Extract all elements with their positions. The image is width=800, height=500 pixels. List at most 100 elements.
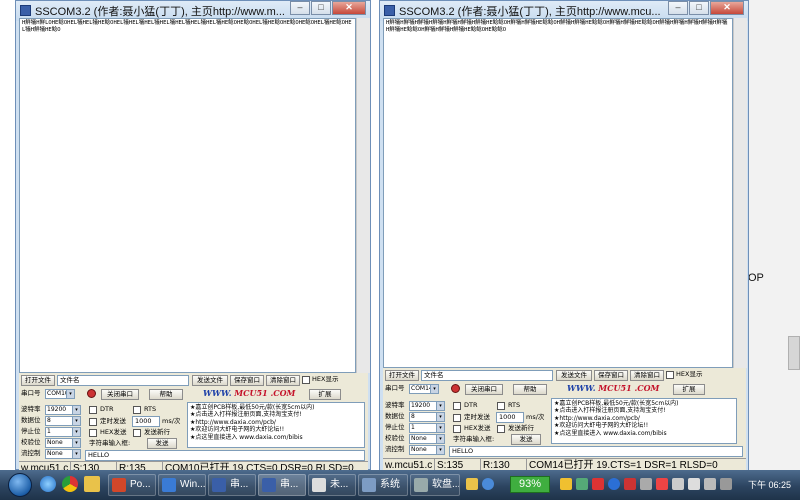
stop-bits-value: 1	[411, 424, 415, 431]
interval-field[interactable]: 1000	[132, 416, 160, 427]
wifi-icon[interactable]	[688, 478, 700, 490]
send-file-button[interactable]: 发送文件	[556, 370, 592, 381]
taskbar-item-system[interactable]: 系统	[358, 474, 408, 496]
filename-field[interactable]: 文件名	[421, 370, 553, 381]
usb-icon[interactable]	[640, 478, 652, 490]
folder-icon[interactable]	[84, 476, 100, 492]
receive-area[interactable]: H鮮犠H鮮LOHE鲶OHEL犠HEL犠HE鲶OHEL犠HEL犠HEL犠HEL犠H…	[19, 18, 356, 373]
open-file-button[interactable]: 打开文件	[21, 375, 55, 386]
logo-mcu: MCU51	[234, 388, 268, 398]
ad-box[interactable]: ★嘉立创PCB样板,最低50元/款(长宽5cm以内) ★点击进入打样报注册页面,…	[551, 398, 737, 444]
help-button[interactable]: 帮助	[513, 384, 547, 395]
start-button[interactable]	[8, 473, 32, 497]
flow-select[interactable]: None ▾	[45, 449, 81, 459]
data-bits-select[interactable]: 8 ▾	[409, 412, 445, 422]
timed-send-checkbox[interactable]	[89, 418, 97, 426]
filename-field[interactable]: 文件名	[57, 375, 189, 386]
dtr-checkbox[interactable]	[453, 402, 461, 410]
hex-send-checkbox[interactable]	[453, 425, 461, 433]
logo-com: .COM	[270, 388, 296, 398]
rts-checkbox[interactable]	[497, 402, 505, 410]
minimize-button[interactable]: –	[668, 1, 688, 15]
close-port-button[interactable]: 关闭串口	[101, 389, 139, 400]
minimize-button[interactable]: –	[290, 1, 310, 15]
send-newline-checkbox[interactable]	[497, 425, 505, 433]
stop-bits-select[interactable]: 1 ▾	[45, 427, 81, 437]
send-button[interactable]: 发送	[147, 438, 177, 449]
send-button[interactable]: 发送	[511, 434, 541, 445]
antivirus-icon[interactable]	[576, 478, 588, 490]
receive-area[interactable]: H鮮犠H鮮犠H鮮犠H鮮犠H鮮犠H鮮犠H鮮犠HE鲶鲶OH鮮犠H鮮犠HE鲶鲶OH鮮犠…	[383, 18, 733, 368]
close-button[interactable]: ✕	[710, 1, 744, 15]
hex-send-checkbox[interactable]	[89, 429, 97, 437]
flag-icon[interactable]	[656, 478, 668, 490]
parity-select[interactable]: None ▾	[45, 438, 81, 448]
sscom-window-left: SSCOM3.2 (作者:聂小猛(丁丁), 主页http://www.m... …	[15, 0, 371, 477]
port-select[interactable]: COM14 ▾	[409, 384, 439, 394]
ad-box[interactable]: ★嘉立创PCB样板,最低50元/款(长宽5cm以内) ★点击进入打样报注册页面,…	[187, 402, 365, 448]
taskbar-item-untitled[interactable]: 未...	[308, 474, 356, 496]
baud-select[interactable]: 19200 ▾	[45, 405, 81, 415]
tray-app-icon[interactable]	[466, 478, 478, 490]
chrome-icon[interactable]	[62, 476, 78, 492]
taskbar-item-windows[interactable]: Win...	[158, 474, 206, 496]
shield-icon[interactable]	[624, 478, 636, 490]
stop-bits-value: 1	[47, 428, 51, 435]
timed-send-checkbox[interactable]	[453, 414, 461, 422]
rts-checkbox[interactable]	[133, 406, 141, 414]
hex-display-checkbox[interactable]	[302, 376, 310, 384]
receive-scrollbar[interactable]	[356, 18, 370, 373]
close-port-button[interactable]: 关闭串口	[465, 384, 503, 395]
taskbar: Po... Win... 串... 串... 未... 系统 软盘... 93%…	[0, 470, 800, 500]
network-icon[interactable]	[672, 478, 684, 490]
help-icon[interactable]	[482, 478, 494, 490]
port-status-indicator	[87, 389, 96, 398]
background-scrollbar[interactable]	[788, 336, 800, 370]
rts-label: RTS	[144, 405, 157, 413]
data-bits-select[interactable]: 8 ▾	[45, 416, 81, 426]
parity-select[interactable]: None ▾	[409, 434, 445, 444]
expand-button[interactable]: 扩展	[309, 389, 341, 400]
battery-indicator[interactable]: 93%	[510, 476, 550, 493]
maximize-button[interactable]: □	[689, 1, 709, 15]
hex-display-checkbox[interactable]	[666, 371, 674, 379]
clear-window-button[interactable]: 清除窗口	[630, 370, 664, 381]
clock[interactable]: 下午 06:25	[748, 478, 791, 491]
clear-window-button[interactable]: 清除窗口	[266, 375, 300, 386]
volume-icon[interactable]	[704, 478, 716, 490]
port-select[interactable]: COM10 ▾	[45, 389, 75, 399]
taskbar-item-disk[interactable]: 软盘...	[410, 474, 460, 496]
taskbar-item-powerpoint[interactable]: Po...	[108, 474, 156, 496]
power-icon[interactable]	[560, 478, 572, 490]
app-icon	[20, 5, 31, 16]
dtr-checkbox[interactable]	[89, 406, 97, 414]
data-bits-value: 8	[411, 413, 415, 420]
flow-select[interactable]: None ▾	[409, 445, 445, 455]
stop-bits-select[interactable]: 1 ▾	[409, 423, 445, 433]
send-input[interactable]: HELLO	[85, 450, 365, 461]
bluetooth-icon[interactable]	[608, 478, 620, 490]
hex-display-label: HEX显示	[312, 375, 339, 383]
baud-select[interactable]: 19200 ▾	[409, 401, 445, 411]
ime-icon[interactable]	[592, 478, 604, 490]
baud-label: 波特率	[21, 405, 41, 413]
send-input[interactable]: HELLO	[449, 446, 743, 457]
save-window-button[interactable]: 保存窗口	[230, 375, 264, 386]
maximize-button[interactable]: □	[311, 1, 331, 15]
mcu51-logo[interactable]: WWW. MCU51 .COM	[203, 388, 295, 398]
help-button[interactable]: 帮助	[149, 389, 183, 400]
expand-button[interactable]: 扩展	[673, 384, 705, 395]
browser-icon[interactable]	[40, 476, 56, 492]
receive-scrollbar[interactable]	[733, 18, 747, 368]
keyboard-icon[interactable]	[720, 478, 732, 490]
send-newline-checkbox[interactable]	[133, 429, 141, 437]
ad-line: ★点这里直接进入 www.daxia.com/bibis	[554, 429, 667, 437]
mcu51-logo[interactable]: WWW. MCU51 .COM	[567, 383, 659, 393]
taskbar-item-serial-2[interactable]: 串...	[258, 474, 306, 496]
send-file-button[interactable]: 发送文件	[192, 375, 228, 386]
open-file-button[interactable]: 打开文件	[385, 370, 419, 381]
save-window-button[interactable]: 保存窗口	[594, 370, 628, 381]
interval-field[interactable]: 1000	[496, 412, 524, 423]
taskbar-item-serial-1[interactable]: 串...	[208, 474, 256, 496]
close-button[interactable]: ✕	[332, 1, 366, 15]
